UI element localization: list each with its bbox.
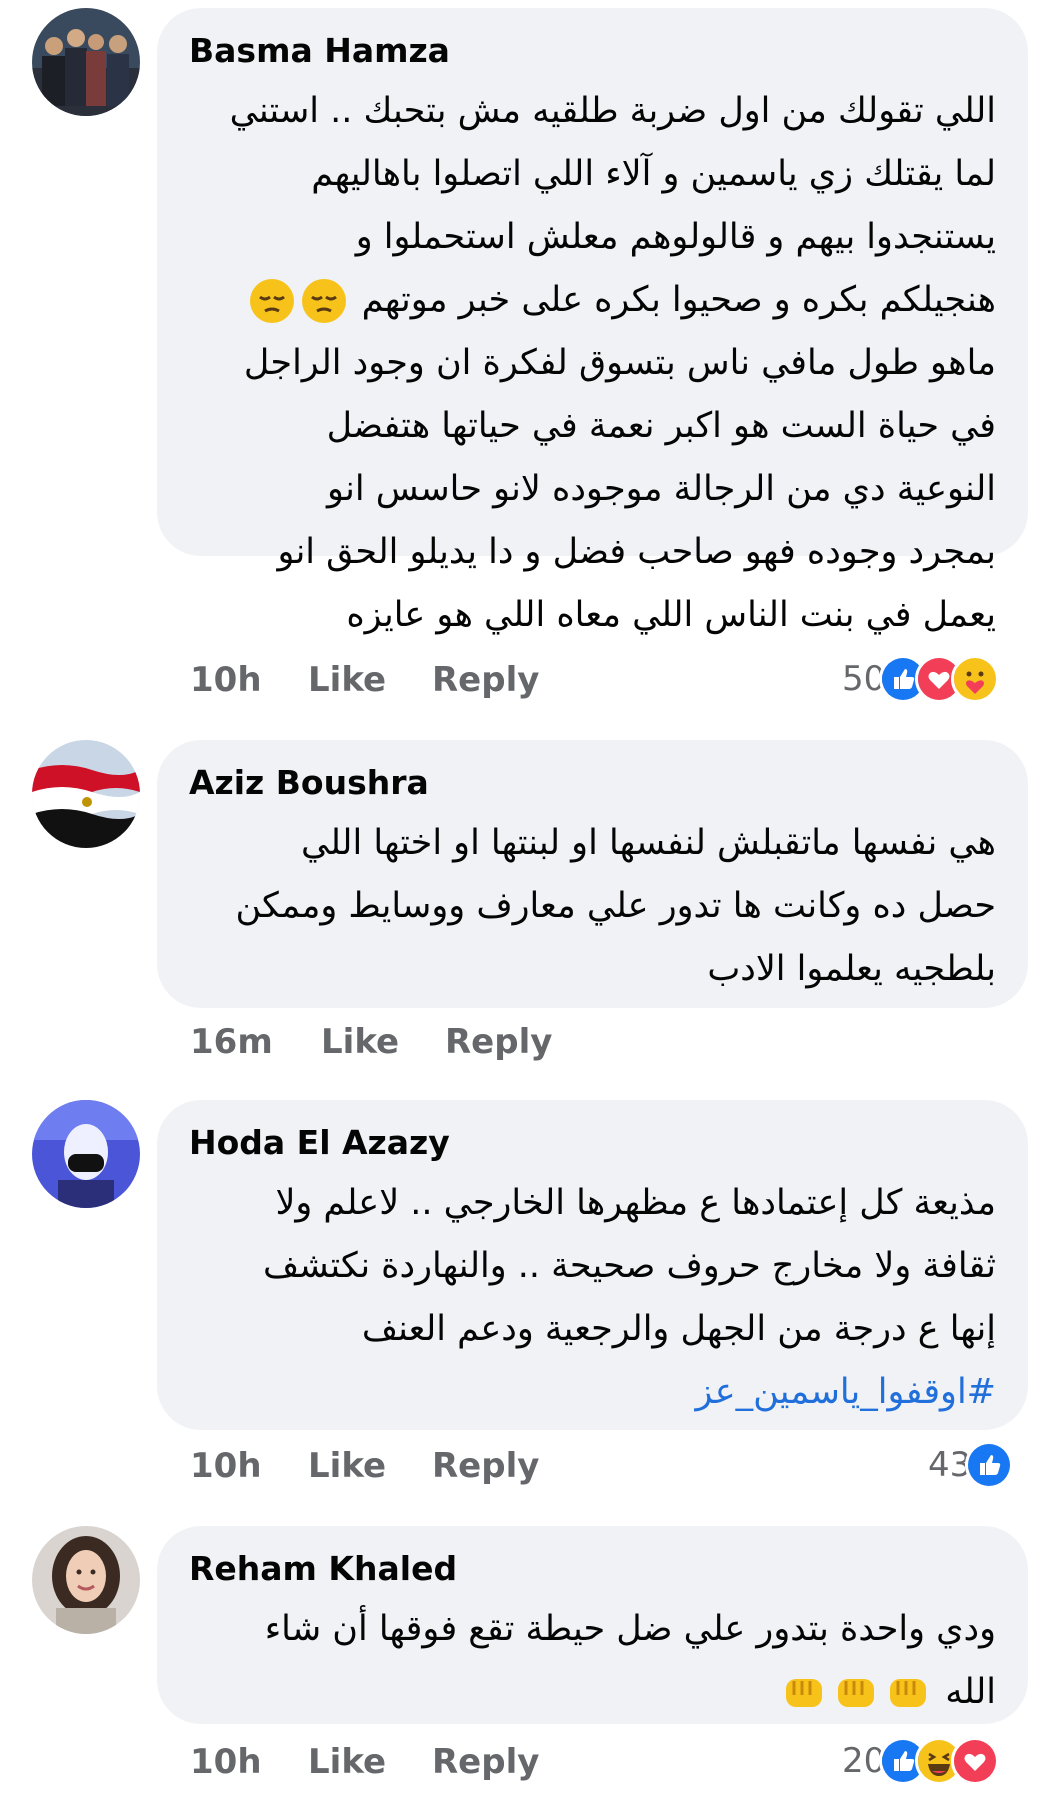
- avatar[interactable]: [32, 740, 140, 848]
- comment-line: مذيعة كل إعتمادها ع مظهرها الخارجي .. لا…: [275, 1183, 996, 1223]
- like-button[interactable]: Like: [308, 1742, 386, 1782]
- comment-line: لما يقتلك زي ياسمين و آلاء اللي اتصلوا ب…: [311, 154, 996, 194]
- comment-text: مذيعة كل إعتمادها ع مظهرها الخارجي .. لا…: [189, 1172, 996, 1424]
- avatar[interactable]: [32, 1100, 140, 1208]
- hashtag-link[interactable]: #اوقفوا_ياسمين_عز: [189, 1361, 996, 1424]
- avatar-group-photo: [32, 8, 140, 116]
- like-button[interactable]: Like: [321, 1022, 399, 1062]
- comment-bubble: Reham Khaled ودي واحدة بتدور علي ضل حيطة…: [157, 1526, 1028, 1724]
- reply-button[interactable]: Reply: [432, 1446, 539, 1486]
- comment-line: في حياة الست هو اكبر نعمة في حياتها هتفض…: [326, 406, 996, 446]
- comment-time[interactable]: 10h: [190, 1742, 262, 1782]
- avatar-masked-woman: [32, 1100, 140, 1208]
- pensive-face-emoji-icon: [300, 277, 348, 325]
- like-icon: [965, 1441, 1014, 1489]
- comment-bubble: Hoda El Azazy مذيعة كل إعتمادها ع مظهرها…: [157, 1100, 1028, 1430]
- avatar-woman-portrait: [32, 1526, 140, 1634]
- comment-line-with-emoji: هنجيلكم بكره و صحيوا بكره على خبر موتهم: [189, 269, 996, 332]
- like-button[interactable]: Like: [308, 1446, 386, 1486]
- like-button[interactable]: Like: [308, 660, 386, 700]
- comment-line: الله: [945, 1672, 996, 1712]
- reaction-summary[interactable]: 43: [928, 1440, 1014, 1490]
- comment-line: ودي واحدة بتدور علي ضل حيطة تقع فوقها أن…: [264, 1609, 996, 1649]
- comment-line: بمجرد وجوده فهو صاحب فضل و دا يديلو الحق…: [277, 532, 996, 572]
- reaction-summary[interactable]: 50: [842, 654, 1000, 704]
- comment-line: اللي تقولك من اول ضربة طلقيه مش بتحبك ..…: [229, 91, 996, 131]
- comment-line: هنجيلكم بكره و صحيوا بكره على خبر موتهم: [361, 280, 996, 320]
- comment-time[interactable]: 10h: [190, 660, 262, 700]
- comment-author[interactable]: Hoda El Azazy: [189, 1120, 996, 1166]
- comment-line: ثقافة ولا مخارج حروف صحيحة .. والنهاردة …: [262, 1246, 996, 1286]
- avatar-egypt-flag: [32, 740, 140, 848]
- pensive-face-emoji-icon: [248, 277, 296, 325]
- reply-button[interactable]: Reply: [432, 1742, 539, 1782]
- comment-text: هي نفسها ماتقبلش لنفسها او لبنتها او اخت…: [189, 812, 996, 1001]
- comment-line-with-emoji: الله: [189, 1661, 996, 1724]
- reaction-summary[interactable]: 20: [842, 1736, 1000, 1786]
- comment-line: ماهو طول مافي ناس بتسوق لفكرة ان وجود ال…: [243, 343, 996, 383]
- reply-button[interactable]: Reply: [432, 660, 539, 700]
- comment-text: اللي تقولك من اول ضربة طلقيه مش بتحبك ..…: [189, 80, 996, 647]
- comment-author[interactable]: Aziz Boushra: [189, 760, 996, 806]
- comment-line: إنها ع درجة من الجهل والرجعية ودعم العنف: [361, 1309, 996, 1349]
- comment-author[interactable]: Reham Khaled: [189, 1546, 996, 1592]
- fist-bump-emoji-icon: [780, 1669, 828, 1717]
- comment-time[interactable]: 10h: [190, 1446, 262, 1486]
- comment-line: هي نفسها ماتقبلش لنفسها او لبنتها او اخت…: [301, 823, 996, 863]
- care-icon: [951, 655, 1000, 703]
- comment-time[interactable]: 16m: [190, 1022, 273, 1062]
- comment-line: يعمل في بنت الناس اللي معاه اللي هو عايز…: [346, 595, 996, 635]
- love-icon: [951, 1737, 1000, 1785]
- avatar[interactable]: [32, 1526, 140, 1634]
- avatar[interactable]: [32, 8, 140, 116]
- reply-button[interactable]: Reply: [445, 1022, 552, 1062]
- comment-author[interactable]: Basma Hamza: [189, 28, 996, 74]
- comment-line: النوعية دي من الرجالة موجوده لانو حاسس ا…: [327, 469, 996, 509]
- comment-bubble: Basma Hamza اللي تقولك من اول ضربة طلقيه…: [157, 8, 1028, 635]
- fist-bump-emoji-icon: [884, 1669, 932, 1717]
- comment-line: حصل ده وكانت ها تدور علي معارف ووسايط وم…: [235, 886, 996, 926]
- comment-text: ودي واحدة بتدور علي ضل حيطة تقع فوقها أن…: [189, 1598, 996, 1724]
- comment-line: بلطجيه يعلموا الادب: [707, 949, 996, 989]
- comment-line: يستنجدوا بيهم و قالولوهم معلش استحملوا و: [355, 217, 996, 257]
- comment-bubble: Aziz Boushra هي نفسها ماتقبلش لنفسها او …: [157, 740, 1028, 1008]
- fist-bump-emoji-icon: [832, 1669, 880, 1717]
